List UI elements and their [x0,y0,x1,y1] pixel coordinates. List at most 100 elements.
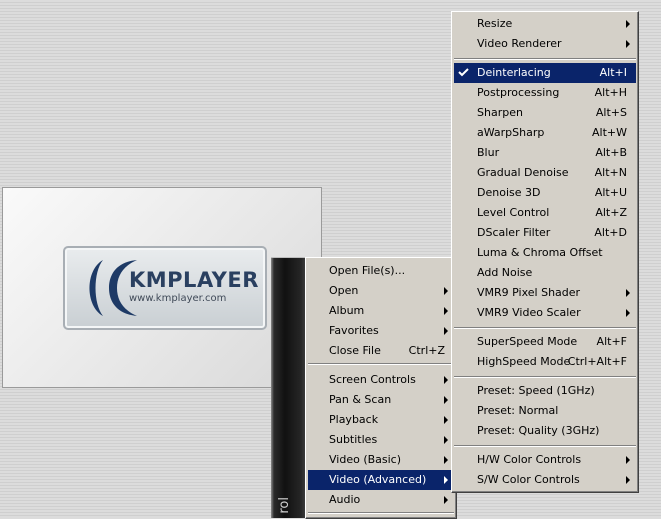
menu-item-video-basic[interactable]: Video (Basic) [308,450,454,470]
menu-item-shortcut: Alt+D [594,226,627,239]
submenu-item-superspeed-mode[interactable]: SuperSpeed Mode Alt+F [454,332,636,352]
menu-item-label: Pan & Scan [329,393,392,406]
menu-item-label: Video (Advanced) [329,473,427,486]
submenu-arrow-icon [626,309,630,317]
submenu-item-highspeed-mode[interactable]: HighSpeed Mode Ctrl+Alt+F [454,352,636,372]
submenu-item-sw-color-controls[interactable]: S/W Color Controls [454,470,636,490]
menu-item-label: Open [329,284,359,297]
menu-item-shortcut: Ctrl+Z [408,344,445,357]
menu-item-label: Add Noise [477,266,533,279]
menu-item-video-advanced[interactable]: Video (Advanced) [308,470,454,490]
menu-item-label: Preset: Speed (1GHz) [477,384,595,397]
submenu-arrow-icon [626,289,630,297]
submenu-item-dscaler-filter[interactable]: DScaler Filter Alt+D [454,223,636,243]
menu-item-shortcut: Alt+U [594,186,627,199]
menu-item-label: Playback [329,413,379,426]
menu-item-shortcut: Alt+B [595,146,627,159]
menu-item-label: Luma & Chroma Offset [477,246,603,259]
menu-item-shortcut: Alt+H [594,86,627,99]
menu-separator [454,58,636,60]
submenu-arrow-icon [444,416,448,424]
menu-item-label: Screen Controls [329,373,416,386]
menu-item-label: Close File [329,344,381,357]
menu-item-label: Postprocessing [477,86,560,99]
menu-item-shortcut: Alt+N [594,166,627,179]
menu-item-shortcut: Alt+W [592,126,627,139]
menu-separator [308,512,454,514]
logo-wordmark: KMPLAYER [129,268,259,292]
menu-item-label: VMR9 Pixel Shader [477,286,581,299]
menu-item-shortcut: Alt+Z [595,206,627,219]
menu-item-album[interactable]: Album [308,301,454,321]
menu-item-label: VMR9 Video Scaler [477,306,581,319]
menu-item-label: Blur [477,146,500,159]
control-strip-label: rol [277,497,292,514]
menu-item-favorites[interactable]: Favorites [308,321,454,341]
submenu-item-resize[interactable]: Resize [454,14,636,34]
menu-item-subtitles[interactable]: Subtitles [308,430,454,450]
menu-item-label: Audio [329,493,361,506]
submenu-arrow-icon [444,396,448,404]
submenu-arrow-icon [444,496,448,504]
menu-item-label: Deinterlacing [477,66,551,79]
submenu-item-gradual-denoise[interactable]: Gradual Denoise Alt+N [454,163,636,183]
menu-separator [454,376,636,378]
menu-item-playback[interactable]: Playback [308,410,454,430]
menu-item-label: Preset: Normal [477,404,559,417]
menu-item-label: Open File(s)... [329,264,406,277]
menu-item-open[interactable]: Open [308,281,454,301]
menu-item-close-file[interactable]: Close File Ctrl+Z [308,341,454,361]
menu-separator [454,445,636,447]
submenu-item-level-control[interactable]: Level Control Alt+Z [454,203,636,223]
submenu-arrow-icon [444,327,448,335]
menu-item-label: Album [329,304,365,317]
submenu-arrow-icon [444,436,448,444]
menu-item-shortcut: Alt+F [596,335,627,348]
video-advanced-submenu: Resize Video Renderer Deinterlacing Alt+I… [451,11,639,493]
submenu-arrow-icon [444,287,448,295]
menu-separator [454,327,636,329]
submenu-item-video-renderer[interactable]: Video Renderer [454,34,636,54]
submenu-item-vmr9-video-scaler[interactable]: VMR9 Video Scaler [454,303,636,323]
menu-item-label: S/W Color Controls [477,473,580,486]
menu-item-label: Preset: Quality (3GHz) [477,424,600,437]
menu-item-label: Video (Basic) [329,453,402,466]
menu-item-shortcut: Alt+I [599,66,627,79]
submenu-item-deinterlacing[interactable]: Deinterlacing Alt+I [454,63,636,83]
submenu-item-sharpen[interactable]: Sharpen Alt+S [454,103,636,123]
menu-item-label: Resize [477,17,513,30]
menu-item-audio[interactable]: Audio [308,490,454,510]
menu-separator [308,363,454,365]
submenu-arrow-icon [626,456,630,464]
submenu-item-hw-color-controls[interactable]: H/W Color Controls [454,450,636,470]
submenu-item-vmr9-pixel-shader[interactable]: VMR9 Pixel Shader [454,283,636,303]
menu-item-label: aWarpSharp [477,126,545,139]
submenu-arrow-icon [626,476,630,484]
menu-item-pan-scan[interactable]: Pan & Scan [308,390,454,410]
menu-item-label: Sharpen [477,106,523,119]
submenu-arrow-icon [626,40,630,48]
submenu-item-preset-quality[interactable]: Preset: Quality (3GHz) [454,421,636,441]
submenu-item-add-noise[interactable]: Add Noise [454,263,636,283]
menu-item-open-files[interactable]: Open File(s)... [308,261,454,281]
menu-item-label: H/W Color Controls [477,453,582,466]
submenu-arrow-icon [444,307,448,315]
control-panel-strip[interactable]: rol [271,257,305,518]
menu-item-screen-controls[interactable]: Screen Controls [308,370,454,390]
menu-item-label: Denoise 3D [477,186,541,199]
menu-item-label: Video Renderer [477,37,562,50]
submenu-item-postprocessing[interactable]: Postprocessing Alt+H [454,83,636,103]
submenu-item-denoise-3d[interactable]: Denoise 3D Alt+U [454,183,636,203]
submenu-item-awarpsharp[interactable]: aWarpSharp Alt+W [454,123,636,143]
kmplayer-logo: KMPLAYER www.kmplayer.com [63,246,267,330]
submenu-item-preset-normal[interactable]: Preset: Normal [454,401,636,421]
submenu-arrow-icon [626,20,630,28]
submenu-item-preset-speed[interactable]: Preset: Speed (1GHz) [454,381,636,401]
submenu-item-luma-chroma-offset[interactable]: Luma & Chroma Offset [454,243,636,263]
menu-item-label: Gradual Denoise [477,166,569,179]
menu-item-label: DScaler Filter [477,226,551,239]
submenu-item-blur[interactable]: Blur Alt+B [454,143,636,163]
checkmark-icon [458,68,469,77]
menu-item-shortcut: Alt+S [595,106,627,119]
menu-item-label: SuperSpeed Mode [477,335,578,348]
